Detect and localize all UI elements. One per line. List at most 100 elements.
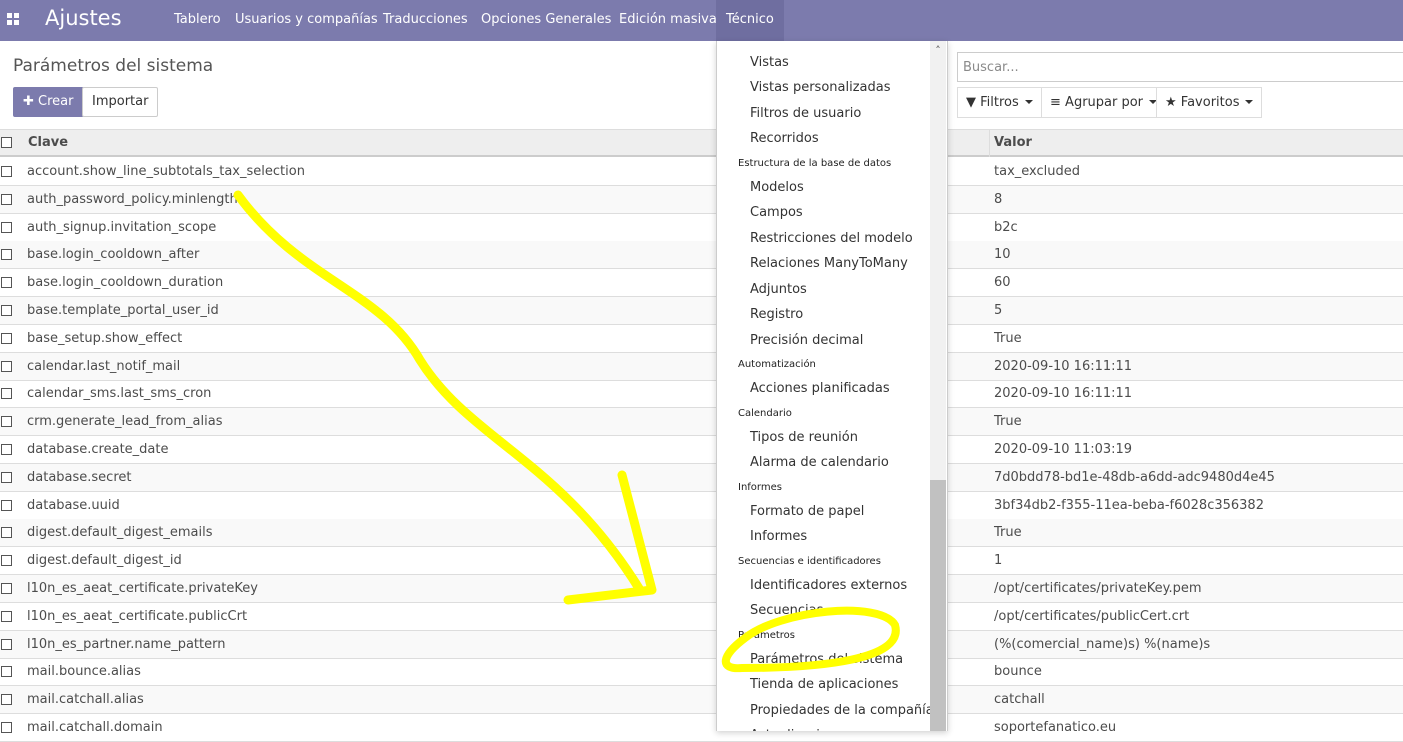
import-button[interactable]: Importar [82,87,159,117]
dropdown-item[interactable]: Tipos de reunión [750,430,858,445]
dropdown-item[interactable]: Propiedades de la compañía [750,703,934,718]
table-row[interactable]: base.login_cooldown_after 10 [0,241,1403,270]
dropdown-section-header: Secuencias e identificadores [738,556,881,567]
table-row[interactable]: database.create_date 2020-09-10 11:03:19 [0,436,1403,464]
row-checkbox[interactable] [1,388,12,400]
table-row[interactable]: mail.catchall.alias catchall [0,686,1403,715]
row-key: l10n_es_partner.name_pattern [27,636,226,652]
table-row[interactable]: mail.catchall.domain soportefanatico.eu [0,714,1403,742]
dropdown-item[interactable]: Modelos [750,180,804,195]
favorites-button[interactable]: ★ Favoritos [1156,87,1263,118]
dropdown-item[interactable]: Formato de papel [750,504,864,519]
row-value: b2c [994,219,1018,235]
dropdown-item[interactable]: Alarma de calendario [750,455,889,470]
dropdown-item[interactable]: Vistas [750,55,789,70]
table-row[interactable]: base.login_cooldown_duration 60 [0,269,1403,298]
row-key: l10n_es_aeat_certificate.publicCrt [27,608,248,624]
dropdown-item[interactable]: Secuencias [750,603,823,618]
dropdown-item[interactable]: Tienda de aplicaciones [750,677,898,692]
row-checkbox[interactable] [1,499,12,511]
group-by-button[interactable]: ≡ Agrupar por [1041,87,1167,118]
dropdown-item[interactable]: Precisión decimal [750,333,863,348]
row-value: 2020-09-10 16:11:11 [994,386,1133,402]
table-row[interactable]: base.template_portal_user_id 5 [0,297,1403,325]
table-row[interactable]: base_setup.show_effect True [0,325,1403,353]
table-row[interactable]: crm.generate_lead_from_alias True [0,408,1403,437]
apps-grid-icon[interactable] [7,13,19,25]
row-checkbox[interactable] [1,193,12,205]
dropdown-section-header: Automatización [738,359,816,370]
dropdown-item[interactable]: Recorridos [750,131,819,146]
row-checkbox[interactable] [1,277,12,289]
row-checkbox[interactable] [1,555,12,567]
row-value: 2020-09-10 16:11:11 [994,358,1133,374]
table-row[interactable]: database.uuid 3bf34db2-f355-11ea-beba-f60… [0,492,1403,520]
scroll-up-arrow-icon[interactable]: ˄ [930,44,946,58]
dropdown-item[interactable]: Relaciones ManyToMany [750,256,908,271]
search-input[interactable] [957,52,1403,82]
dropdown-item[interactable]: Campos [750,205,803,220]
table-row[interactable]: digest.default_digest_emails True [0,519,1403,548]
row-checkbox[interactable] [1,221,12,233]
column-header-valor[interactable]: Valor [994,135,1032,150]
menu-tecnico[interactable]: Técnico [716,0,784,41]
row-checkbox[interactable] [1,722,12,733]
dropdown-item[interactable]: Acciones planificadas [750,381,890,396]
dropdown-item[interactable]: Adjuntos [750,282,807,297]
row-checkbox[interactable] [1,610,12,622]
table-row[interactable]: l10n_es_partner.name_pattern (%(comercial… [0,630,1403,659]
dropdown-item[interactable]: Restricciones del modelo [750,231,913,246]
row-key: calendar.last_notif_mail [27,358,181,374]
menu-tablero[interactable]: Tablero [164,0,231,41]
row-key: base.login_cooldown_duration [27,275,224,291]
menu-usuarios[interactable]: Usuarios y compañías [225,0,388,41]
row-checkbox[interactable] [1,638,12,650]
dropdown-item[interactable]: Identificadores externos [750,578,907,593]
row-value: 60 [994,275,1011,291]
create-button[interactable]: ✚ Crear [13,87,84,117]
dropdown-item[interactable]: Parámetros del sistema [750,652,903,667]
column-header-clave[interactable]: Clave [28,135,68,150]
select-all-checkbox[interactable] [1,137,12,148]
menu-edicion-masiva[interactable]: Edición masiva [609,0,727,41]
table-row[interactable]: database.secret 7d0bdd78-bd1e-48db-a6dd-a… [0,463,1403,492]
row-value: 1 [994,553,1003,569]
dropdown-item[interactable]: Filtros de usuario [750,106,861,121]
table-row[interactable]: calendar.last_notif_mail 2020-09-10 16:11… [0,352,1403,381]
row-checkbox[interactable] [1,694,12,706]
row-checkbox[interactable] [1,249,12,261]
row-checkbox[interactable] [1,527,12,539]
dropdown-item[interactable]: Informes [750,529,807,544]
row-checkbox[interactable] [1,166,12,177]
dropdown-scrollbar-thumb[interactable] [930,480,946,731]
row-key: mail.catchall.domain [27,720,163,735]
filters-button[interactable]: ▼ Filtros [957,87,1042,118]
table-row[interactable]: mail.bounce.alias bounce [0,658,1403,687]
row-checkbox[interactable] [1,305,12,316]
row-value: /opt/certificates/privateKey.pem [994,581,1202,596]
row-checkbox[interactable] [1,416,12,428]
table-row[interactable]: auth_signup.invitation_scope b2c [0,214,1403,242]
row-key: base.template_portal_user_id [27,303,219,318]
menu-opciones-generales[interactable]: Opciones Generales [471,0,621,41]
row-key: mail.bounce.alias [27,664,141,680]
dropdown-item[interactable]: Registro [750,307,803,322]
row-checkbox[interactable] [1,360,12,372]
row-checkbox[interactable] [1,583,12,594]
row-checkbox[interactable] [1,666,12,678]
page-title: Parámetros del sistema [13,56,214,76]
table-row[interactable]: l10n_es_aeat_certificate.publicCrt/opt/c… [0,603,1403,631]
top-navbar: Ajustes Tablero Usuarios y compañías Tra… [0,0,1403,41]
row-checkbox[interactable] [1,332,12,344]
table-row[interactable]: calendar_sms.last_sms_cron 2020-09-10 16:… [0,380,1403,409]
row-checkbox[interactable] [1,444,12,455]
table-row[interactable]: auth_password_policy.minlength 8 [0,185,1403,214]
row-value: True [994,525,1022,541]
row-key: database.secret [27,469,132,485]
dropdown-item[interactable]: Vistas personalizadas [750,80,891,95]
table-row[interactable]: l10n_es_aeat_certificate.privateKey/opt/… [0,575,1403,603]
table-row[interactable]: digest.default_digest_id 1 [0,547,1403,576]
row-checkbox[interactable] [1,471,12,483]
menu-traducciones[interactable]: Traducciones [373,0,478,41]
table-row[interactable]: account.show_line_subtotals_tax_selectio… [0,158,1403,186]
